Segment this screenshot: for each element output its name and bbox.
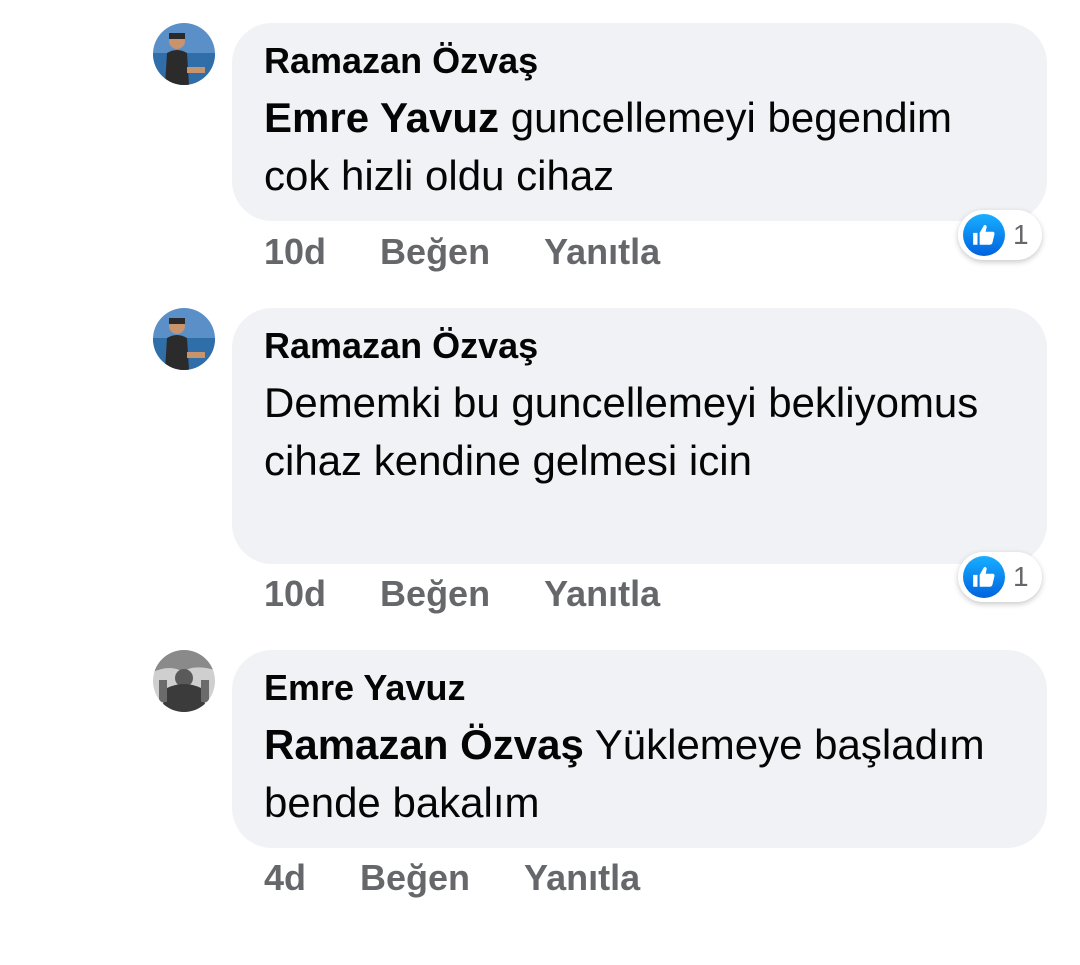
- comment-author[interactable]: Emre Yavuz: [264, 666, 1007, 710]
- mention-link[interactable]: Ramazan Özvaş: [264, 721, 584, 768]
- reaction-count: 1: [1013, 561, 1029, 592]
- like-button[interactable]: Beğen: [380, 574, 490, 614]
- reply-button[interactable]: Yanıtla: [544, 232, 660, 272]
- reaction-summary[interactable]: 1: [958, 552, 1042, 602]
- mention-link[interactable]: Emre Yavuz: [264, 94, 499, 141]
- comment-actions: 10d Beğen Yanıtla: [264, 232, 660, 272]
- like-button[interactable]: Beğen: [380, 232, 490, 272]
- comment-body: Dememki bu guncellemeyi bekliyomus cihaz…: [264, 379, 979, 484]
- timestamp[interactable]: 4d: [264, 858, 306, 898]
- thumbs-up-icon: [963, 556, 1005, 598]
- comment-text: Emre Yavuz guncellemeyi begendim cok hiz…: [264, 89, 1007, 205]
- comment-actions: 10d Beğen Yanıtla: [264, 574, 660, 614]
- avatar[interactable]: [153, 23, 215, 85]
- comment-bubble: Ramazan Özvaş Emre Yavuz guncellemeyi be…: [232, 23, 1047, 221]
- reaction-count: 1: [1013, 219, 1029, 250]
- thumbs-up-icon: [963, 214, 1005, 256]
- comment-author[interactable]: Ramazan Özvaş: [264, 39, 1007, 83]
- reply-button[interactable]: Yanıtla: [544, 574, 660, 614]
- like-button[interactable]: Beğen: [360, 858, 470, 898]
- reaction-summary[interactable]: 1: [958, 210, 1042, 260]
- comment-text: Ramazan Özvaş Yüklemeye başladım bende b…: [264, 716, 1007, 832]
- comment-bubble: Emre Yavuz Ramazan Özvaş Yüklemeye başla…: [232, 650, 1047, 848]
- comment-author[interactable]: Ramazan Özvaş: [264, 324, 1007, 368]
- comment-bubble: Ramazan Özvaş Dememki bu guncellemeyi be…: [232, 308, 1047, 564]
- avatar[interactable]: [153, 308, 215, 370]
- timestamp[interactable]: 10d: [264, 574, 326, 614]
- avatar[interactable]: [153, 650, 215, 712]
- reply-button[interactable]: Yanıtla: [524, 858, 640, 898]
- timestamp[interactable]: 10d: [264, 232, 326, 272]
- comment-actions: 4d Beğen Yanıtla: [264, 858, 640, 898]
- comment-text: Dememki bu guncellemeyi bekliyomus cihaz…: [264, 374, 1007, 490]
